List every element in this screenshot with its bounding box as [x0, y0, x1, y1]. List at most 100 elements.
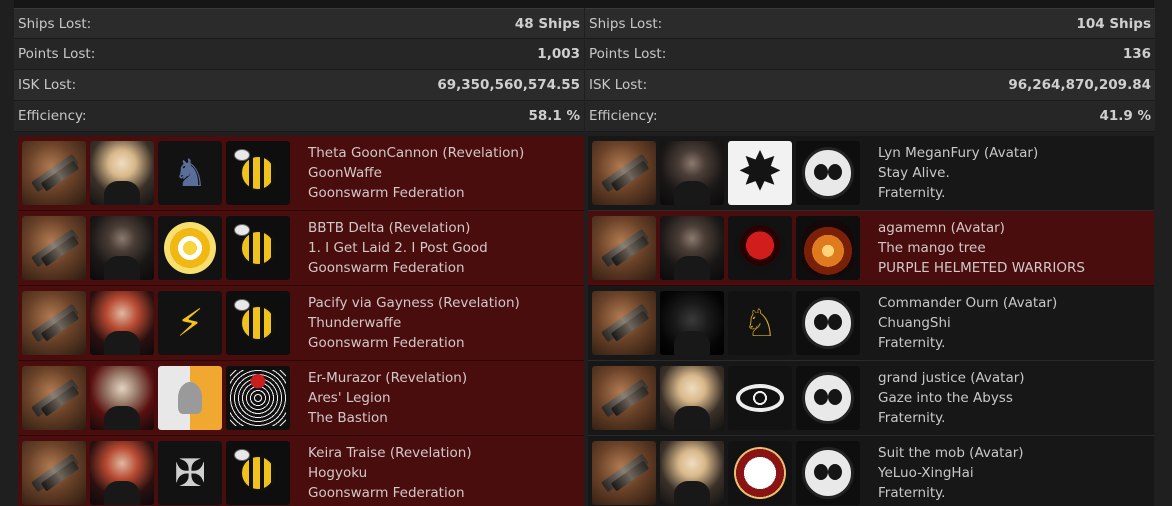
kill-details: Theta GoonCannon (Revelation) GoonWaffe …: [308, 143, 524, 203]
stat-row-isk-lost: ISK Lost: 96,264,870,209.84: [585, 70, 1155, 101]
eagle-logo-icon[interactable]: ✠: [158, 441, 222, 505]
pilot-portrait[interactable]: [660, 366, 724, 430]
alliance-link[interactable]: Fraternity.: [878, 408, 1025, 428]
stat-label: Points Lost:: [589, 46, 667, 62]
griffin-logo-icon[interactable]: ♘: [728, 291, 792, 355]
pilot-link[interactable]: Commander Ourn (Avatar): [878, 293, 1057, 313]
kill-row[interactable]: ⚡ Pacify via Gayness (Revelation) Thunde…: [18, 286, 584, 361]
corp-link[interactable]: Gaze into the Abyss: [878, 388, 1025, 408]
hexagon-logo-icon[interactable]: [226, 366, 290, 430]
pilot-link[interactable]: Lyn MeganFury (Avatar): [878, 143, 1038, 163]
kill-row[interactable]: Lyn MeganFury (Avatar) Stay Alive. Frate…: [588, 136, 1154, 211]
corp-link[interactable]: GoonWaffe: [308, 163, 524, 183]
pilot-portrait[interactable]: [90, 366, 154, 430]
alliance-link[interactable]: The Bastion: [308, 408, 467, 428]
kill-details: Lyn MeganFury (Avatar) Stay Alive. Frate…: [878, 143, 1038, 203]
corp-link[interactable]: ChuangShi: [878, 313, 1057, 333]
pilot-link[interactable]: Er-Murazor (Revelation): [308, 368, 467, 388]
bee-logo-icon[interactable]: [226, 441, 290, 505]
ship-icon[interactable]: [22, 366, 86, 430]
alliance-link[interactable]: Goonswarm Federation: [308, 183, 524, 203]
corp-link[interactable]: YeLuo-XingHai: [878, 463, 1024, 483]
pilot-link[interactable]: Pacify via Gayness (Revelation): [308, 293, 520, 313]
pilot-link[interactable]: grand justice (Avatar): [878, 368, 1025, 388]
kill-row[interactable]: BBTB Delta (Revelation) 1. I Get Laid 2.…: [18, 211, 584, 286]
kill-row[interactable]: ✠ Keira Traise (Revelation) Hogyoku Goon…: [18, 436, 584, 506]
losses-list-left: ♞ Theta GoonCannon (Revelation) GoonWaff…: [18, 136, 584, 506]
alliance-link[interactable]: Fraternity.: [878, 333, 1057, 353]
bee-logo-icon[interactable]: [226, 216, 290, 280]
pilot-link[interactable]: Suit the mob (Avatar): [878, 443, 1024, 463]
corp-link[interactable]: Hogyoku: [308, 463, 472, 483]
pilot-link[interactable]: Theta GoonCannon (Revelation): [308, 143, 524, 163]
pilot-portrait[interactable]: [660, 441, 724, 505]
stats-left: Ships Lost: 48 Ships Points Lost: 1,003 …: [14, 8, 584, 132]
stat-label: Ships Lost:: [589, 15, 663, 32]
panda-logo-icon[interactable]: [796, 291, 860, 355]
ship-icon[interactable]: [592, 441, 656, 505]
kill-row[interactable]: Suit the mob (Avatar) YeLuo-XingHai Frat…: [588, 436, 1154, 506]
clover-logo-icon[interactable]: [728, 441, 792, 505]
star-logo-icon[interactable]: [728, 141, 792, 205]
corp-link[interactable]: Thunderwaffe: [308, 313, 520, 333]
panda-logo-icon[interactable]: [796, 366, 860, 430]
alliance-link[interactable]: Fraternity.: [878, 483, 1024, 503]
panda-logo-icon[interactable]: [796, 141, 860, 205]
target-logo-icon[interactable]: [158, 216, 222, 280]
stat-label: Ships Lost:: [18, 15, 92, 32]
ship-icon[interactable]: [22, 141, 86, 205]
lightning-logo-icon[interactable]: ⚡: [158, 291, 222, 355]
pilot-portrait[interactable]: [660, 291, 724, 355]
pilot-link[interactable]: agamemn (Avatar): [878, 218, 1085, 238]
pilot-portrait[interactable]: [660, 141, 724, 205]
pilot-portrait[interactable]: [90, 441, 154, 505]
pilot-portrait[interactable]: [90, 291, 154, 355]
corp-link[interactable]: Stay Alive.: [878, 163, 1038, 183]
corp-link[interactable]: The mango tree: [878, 238, 1085, 258]
pilot-link[interactable]: BBTB Delta (Revelation): [308, 218, 488, 238]
corp-link[interactable]: Ares' Legion: [308, 388, 467, 408]
kill-details: Keira Traise (Revelation) Hogyoku Goonsw…: [308, 443, 472, 503]
alliance-link[interactable]: Goonswarm Federation: [308, 483, 472, 503]
corp-link[interactable]: 1. I Get Laid 2. I Post Good: [308, 238, 488, 258]
skull-logo-icon[interactable]: [728, 216, 792, 280]
kill-row[interactable]: Er-Murazor (Revelation) Ares' Legion The…: [18, 361, 584, 436]
panda-logo-icon[interactable]: [796, 441, 860, 505]
alliance-link[interactable]: Goonswarm Federation: [308, 258, 488, 278]
stat-label: ISK Lost:: [18, 77, 77, 93]
stat-label: ISK Lost:: [589, 77, 648, 93]
kill-details: Commander Ourn (Avatar) ChuangShi Frater…: [878, 293, 1057, 353]
kill-row[interactable]: ♘ Commander Ourn (Avatar) ChuangShi Frat…: [588, 286, 1154, 361]
stat-value: 69,350,560,574.55: [437, 77, 580, 93]
pilot-portrait[interactable]: [90, 141, 154, 205]
bee-logo-icon[interactable]: [226, 291, 290, 355]
pilot-portrait[interactable]: [90, 216, 154, 280]
helmet-logo-icon[interactable]: [158, 366, 222, 430]
stat-label: Efficiency:: [18, 108, 87, 124]
eye-logo-icon[interactable]: [728, 366, 792, 430]
unicorn-logo-icon[interactable]: ♞: [158, 141, 222, 205]
ship-icon[interactable]: [22, 291, 86, 355]
kill-details: Suit the mob (Avatar) YeLuo-XingHai Frat…: [878, 443, 1024, 503]
pilot-link[interactable]: Keira Traise (Revelation): [308, 443, 472, 463]
kill-row[interactable]: ♞ Theta GoonCannon (Revelation) GoonWaff…: [18, 136, 584, 211]
alliance-link[interactable]: Goonswarm Federation: [308, 333, 520, 353]
alliance-link[interactable]: PURPLE HELMETED WARRIORS: [878, 258, 1085, 278]
stat-label: Efficiency:: [589, 108, 658, 124]
stat-row-points-lost: Points Lost: 1,003: [14, 39, 584, 70]
stat-value: 1,003: [537, 46, 580, 62]
bee-logo-icon[interactable]: [226, 141, 290, 205]
ship-icon[interactable]: [592, 291, 656, 355]
stat-value: 96,264,870,209.84: [1008, 77, 1151, 93]
alliance-link[interactable]: Fraternity.: [878, 183, 1038, 203]
ship-icon[interactable]: [592, 216, 656, 280]
kill-row[interactable]: grand justice (Avatar) Gaze into the Aby…: [588, 361, 1154, 436]
pilot-portrait[interactable]: [660, 216, 724, 280]
ship-icon[interactable]: [22, 441, 86, 505]
ship-icon[interactable]: [592, 366, 656, 430]
ship-icon[interactable]: [592, 141, 656, 205]
flame-helmet-logo-icon[interactable]: [796, 216, 860, 280]
stat-row-points-lost: Points Lost: 136: [585, 39, 1155, 70]
kill-row[interactable]: agamemn (Avatar) The mango tree PURPLE H…: [588, 211, 1154, 286]
ship-icon[interactable]: [22, 216, 86, 280]
